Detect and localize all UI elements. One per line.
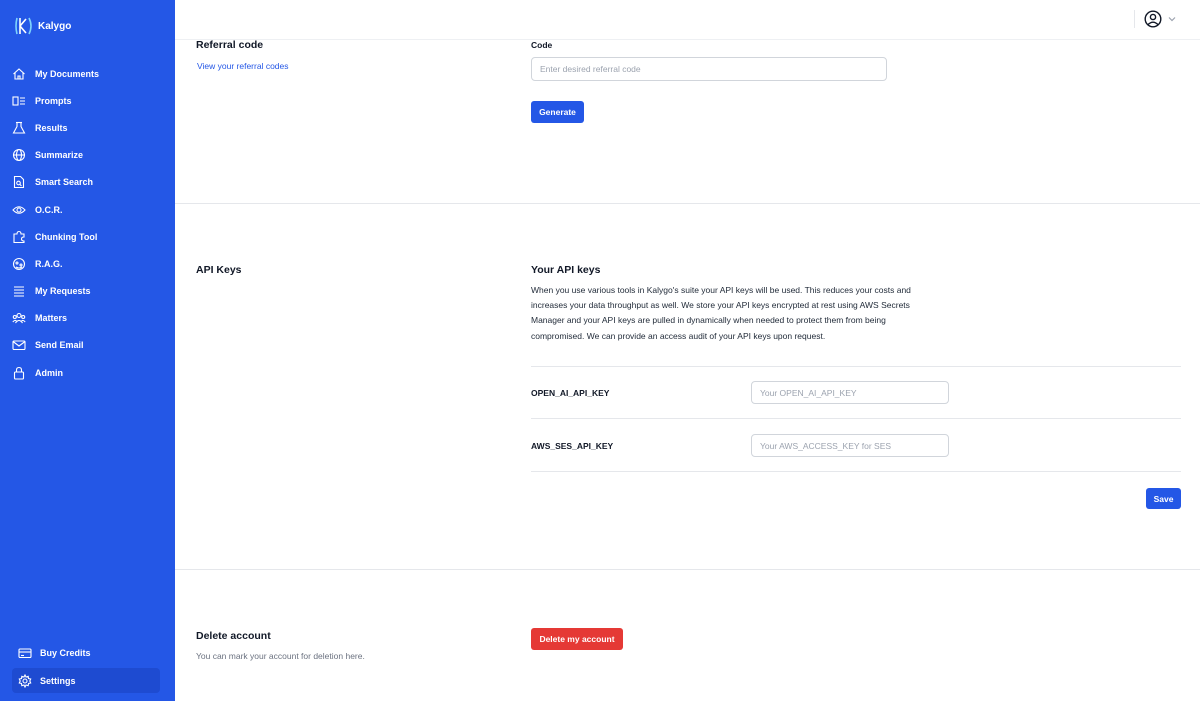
sidebar: Kalygo My Documents Prompts Results Summ… [0, 0, 175, 701]
section-divider [175, 203, 1200, 204]
sidebar-item-matters[interactable]: Matters [0, 305, 175, 332]
delete-account-button[interactable]: Delete my account [531, 628, 623, 650]
logo[interactable]: Kalygo [14, 16, 71, 36]
top-bar [175, 0, 1200, 40]
sidebar-item-label: Summarize [35, 150, 84, 161]
sidebar-item-label: Settings [40, 675, 76, 686]
sidebar-item-admin[interactable]: Admin [0, 359, 175, 386]
api-keys-description: When you use various tools in Kalygo's s… [531, 285, 911, 341]
sidebar-item-label: Prompts [35, 95, 72, 106]
sidebar-item-send-email[interactable]: Send Email [0, 332, 175, 359]
sidebar-item-label: Buy Credits [40, 647, 91, 658]
row-divider [531, 418, 1181, 419]
mail-icon [12, 338, 26, 352]
home-icon [12, 67, 26, 81]
section-divider [175, 569, 1200, 570]
sidebar-nav: My Documents Prompts Results Summarize S… [0, 60, 175, 386]
app-name: Kalygo [38, 20, 72, 32]
globe-icon [12, 148, 26, 162]
puzzle-icon [12, 230, 26, 244]
document-search-icon [12, 175, 26, 189]
sidebar-item-label: Admin [35, 367, 63, 378]
sidebar-bottom-nav: Buy Credits Settings [12, 640, 160, 696]
aws-ses-key-label: AWS_SES_API_KEY [531, 441, 614, 451]
sidebar-item-prompts[interactable]: Prompts [0, 87, 175, 114]
openai-key-input[interactable] [751, 381, 949, 404]
sidebar-item-label: Matters [35, 313, 68, 324]
sidebar-item-settings[interactable]: Settings [12, 668, 160, 693]
code-label: Code [531, 40, 553, 50]
delete-account-section-title: Delete account [196, 630, 271, 642]
user-avatar-icon [1144, 10, 1162, 28]
referral-code-input[interactable] [531, 57, 887, 81]
sidebar-item-rag[interactable]: R.A.G. [0, 250, 175, 277]
chevron-down-icon [1168, 17, 1176, 22]
openai-key-label: OPEN_AI_API_KEY [531, 388, 610, 398]
bug-icon [12, 257, 26, 271]
api-keys-subtitle: Your API keys [531, 264, 601, 276]
top-bar-divider [1134, 10, 1135, 28]
sidebar-item-chunking-tool[interactable]: Chunking Tool [0, 223, 175, 250]
save-button[interactable]: Save [1146, 488, 1181, 509]
delete-account-description: You can mark your account for deletion h… [196, 651, 365, 661]
credit-card-icon [18, 646, 32, 660]
eye-icon [12, 203, 26, 217]
sidebar-item-my-documents[interactable]: My Documents [0, 60, 175, 87]
sidebar-item-label: Smart Search [35, 177, 94, 188]
kalygo-logo-icon [15, 17, 32, 35]
api-keys-section-title: API Keys [196, 264, 242, 276]
referral-section-title: Referral code [196, 39, 264, 51]
sidebar-item-buy-credits[interactable]: Buy Credits [12, 640, 160, 665]
lock-icon [12, 366, 26, 380]
sidebar-item-summarize[interactable]: Summarize [0, 142, 175, 169]
sidebar-item-smart-search[interactable]: Smart Search [0, 169, 175, 196]
gear-icon [18, 673, 32, 688]
row-divider [531, 366, 1181, 367]
flask-icon [12, 121, 26, 135]
sidebar-item-label: Send Email [35, 340, 84, 351]
sidebar-item-label: Results [35, 122, 68, 133]
sidebar-item-results[interactable]: Results [0, 114, 175, 141]
sidebar-item-label: My Requests [35, 286, 91, 297]
sidebar-item-label: Chunking Tool [35, 231, 98, 242]
row-divider [531, 471, 1181, 472]
generate-button[interactable]: Generate [531, 101, 584, 123]
sidebar-item-ocr[interactable]: O.C.R. [0, 196, 175, 223]
user-menu[interactable] [1144, 10, 1177, 28]
sidebar-item-my-requests[interactable]: My Requests [0, 278, 175, 305]
aws-ses-key-input[interactable] [751, 434, 949, 457]
sidebar-item-label: My Documents [35, 68, 100, 79]
view-referral-codes-link[interactable]: View your referral codes [197, 61, 289, 71]
prompts-icon [12, 94, 26, 108]
sidebar-item-label: R.A.G. [35, 258, 63, 269]
users-icon [12, 311, 26, 325]
list-icon [12, 284, 26, 298]
sidebar-item-label: O.C.R. [35, 204, 63, 215]
